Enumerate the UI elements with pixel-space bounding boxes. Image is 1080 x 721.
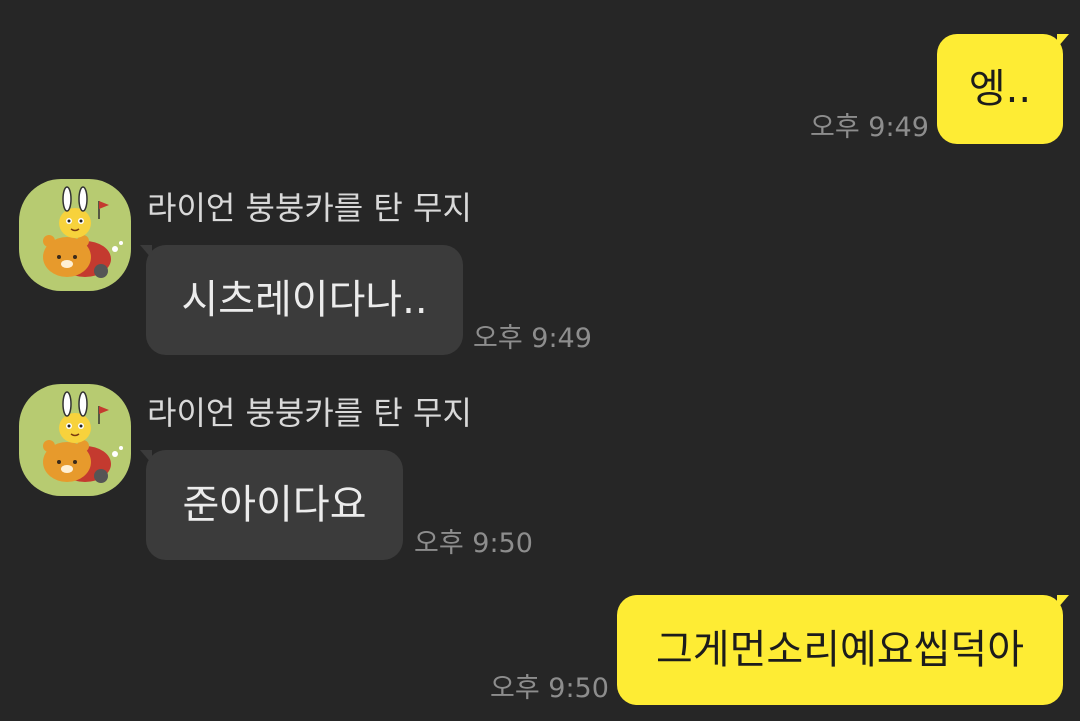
message-text: 시츠레이다나.. [181,277,428,323]
avatar[interactable] [19,384,131,496]
sender-name: 라이언 붕붕카를 탄 무지 [147,394,472,432]
their-message-bubble[interactable]: 시츠레이다나.. [146,245,463,355]
chat-room: 엥.. 오후 9:49 라이언 붕붕카를 탄 무지 시츠레이다나.. 오후 9:… [0,0,1080,721]
message-time: 오후 9:50 [414,528,533,559]
message-text: 엥.. [968,66,1032,112]
muzi-on-ryan-car-avatar-icon [43,391,123,483]
message-time: 오후 9:50 [490,673,609,704]
message-time: 오후 9:49 [473,323,592,354]
bubble-tail [1057,34,1069,48]
bubble-tail [1057,595,1069,609]
avatar[interactable] [19,179,131,291]
sender-name: 라이언 붕붕카를 탄 무지 [147,189,472,227]
message-time: 오후 9:49 [810,112,929,143]
their-message-bubble[interactable]: 준아이다요 [146,450,403,560]
my-message-bubble[interactable]: 엥.. [937,34,1063,144]
muzi-on-ryan-car-avatar-icon [43,186,123,278]
my-message-bubble[interactable]: 그게먼소리예요씹덕아 [617,595,1063,705]
message-text: 그게먼소리예요씹덕아 [656,627,1024,673]
message-text: 준아이다요 [182,482,367,528]
